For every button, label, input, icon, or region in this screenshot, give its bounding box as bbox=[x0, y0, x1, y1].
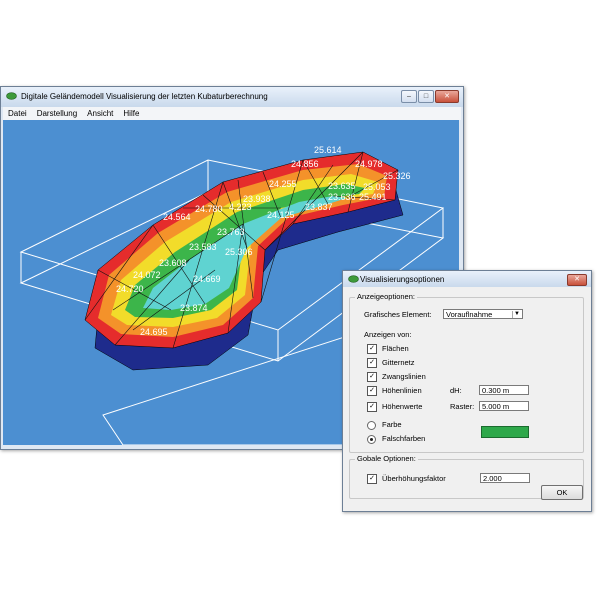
ok-button[interactable]: OK bbox=[541, 485, 583, 500]
height-label: 23.608 bbox=[159, 258, 187, 268]
menu-datei[interactable]: Datei bbox=[3, 107, 32, 120]
height-label: 25.491 bbox=[359, 192, 387, 202]
menu-ansicht[interactable]: Ansicht bbox=[82, 107, 118, 120]
radio-farbe-label: Farbe bbox=[382, 420, 402, 429]
height-label: 25.326 bbox=[383, 171, 411, 181]
app-leaf-icon bbox=[6, 92, 17, 100]
main-window-title: Digitale Geländemodell Visualisierung de… bbox=[21, 92, 268, 101]
checkbox-hoehenwerte-label: Höhenwerte bbox=[382, 402, 423, 411]
radio-falschfarben-label: Falschfarben bbox=[382, 434, 426, 443]
checkbox-gitternetz[interactable]: ✓ bbox=[367, 358, 377, 368]
minimize-button[interactable]: – bbox=[401, 90, 417, 103]
height-label: 24.125 bbox=[267, 210, 295, 220]
checkbox-ueberhoehung-label: Überhöhungsfaktor bbox=[382, 474, 446, 483]
dialog-titlebar[interactable]: Visualisierungsoptionen ✕ bbox=[343, 271, 591, 287]
height-label: 25.053 bbox=[363, 182, 391, 192]
height-label: 24.255 bbox=[269, 179, 297, 189]
height-label: 23.583 bbox=[189, 242, 217, 252]
menu-bar: Datei Darstellung Ansicht Hilfe bbox=[3, 107, 461, 120]
chevron-down-icon: ▼ bbox=[512, 311, 521, 318]
height-label: 23.763 bbox=[217, 227, 245, 237]
height-label: 23.837 bbox=[305, 202, 333, 212]
height-label: 24.978 bbox=[355, 159, 383, 169]
height-label: 24.669 bbox=[193, 274, 221, 284]
height-label: 25.614 bbox=[314, 145, 342, 155]
height-label: 24.780 bbox=[195, 204, 223, 214]
maximize-button[interactable]: □ bbox=[418, 90, 434, 103]
checkbox-hoehenlinien[interactable]: ✓ bbox=[367, 386, 377, 396]
dialog-close-button[interactable]: ✕ bbox=[567, 274, 587, 286]
radio-farbe[interactable] bbox=[367, 421, 376, 430]
dh-input[interactable]: 0.300 m bbox=[479, 385, 529, 395]
height-label: 24.720 bbox=[116, 284, 144, 294]
dh-label: dH: bbox=[450, 386, 462, 395]
height-label: 23.636 bbox=[328, 192, 356, 202]
graphic-element-value: Vorauflnahme bbox=[446, 310, 493, 319]
height-label: 24.695 bbox=[140, 327, 168, 337]
height-label: 25.306 bbox=[225, 247, 253, 257]
height-label: 24.856 bbox=[291, 159, 319, 169]
checkbox-hoehenlinien-label: Höhenlinien bbox=[382, 386, 422, 395]
menu-hilfe[interactable]: Hilfe bbox=[118, 107, 144, 120]
raster-label: Raster: bbox=[450, 402, 475, 411]
checkbox-ueberhoehung[interactable]: ✓ bbox=[367, 474, 377, 484]
app-leaf-icon bbox=[348, 275, 359, 283]
height-label: 24.564 bbox=[163, 212, 191, 222]
height-label: 4.223 bbox=[229, 202, 252, 212]
raster-input[interactable]: 5.000 m bbox=[479, 401, 529, 411]
ueberhoehung-input[interactable]: 2.000 bbox=[480, 473, 530, 483]
color-swatch-button[interactable] bbox=[481, 426, 529, 438]
show-label: Anzeigen von: bbox=[364, 330, 412, 339]
checkbox-zwangslinien[interactable]: ✓ bbox=[367, 372, 377, 382]
radio-falschfarben[interactable] bbox=[367, 435, 376, 444]
height-label: 24.072 bbox=[133, 270, 161, 280]
display-options-group: Anzeigeoptionen: Grafisches Element: Vor… bbox=[349, 292, 584, 453]
dialog-title: Visualisierungsoptionen bbox=[360, 275, 445, 284]
display-options-label: Anzeigeoptionen: bbox=[355, 292, 417, 301]
checkbox-zwangslinien-label: Zwangslinien bbox=[382, 372, 426, 381]
main-titlebar[interactable]: Digitale Geländemodell Visualisierung de… bbox=[1, 87, 463, 107]
checkbox-gitternetz-label: Gitternetz bbox=[382, 358, 415, 367]
height-label: 23.635 bbox=[328, 181, 356, 191]
graphic-element-label: Grafisches Element: bbox=[364, 310, 432, 319]
global-options-label: Gobale Optionen: bbox=[355, 454, 418, 463]
height-label: 23.874 bbox=[180, 303, 208, 313]
checkbox-flaechen-label: Flächen bbox=[382, 344, 409, 353]
menu-darstellung[interactable]: Darstellung bbox=[32, 107, 82, 120]
checkbox-hoehenwerte[interactable]: ✓ bbox=[367, 402, 377, 412]
options-dialog: Visualisierungsoptionen ✕ Anzeigeoptione… bbox=[342, 270, 592, 512]
graphic-element-select[interactable]: Vorauflnahme ▼ bbox=[443, 309, 523, 319]
close-button[interactable]: ✕ bbox=[435, 90, 459, 103]
checkbox-flaechen[interactable]: ✓ bbox=[367, 344, 377, 354]
